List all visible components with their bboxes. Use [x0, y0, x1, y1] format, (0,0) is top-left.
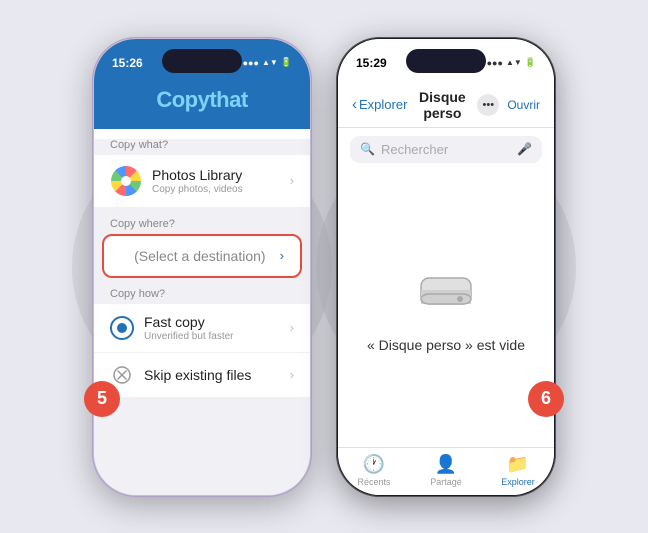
- phone-2-wrapper: 6 15:29 ●●● ▲▼ 🔋: [336, 37, 556, 497]
- section-label-how: Copy how?: [110, 288, 294, 300]
- destination-chevron: ›: [280, 248, 284, 263]
- nav-bar: ‹ Explorer Disque perso ••• Ouvrir: [338, 83, 554, 128]
- recents-label: Récents: [357, 477, 390, 487]
- phone-2: 15:29 ●●● ▲▼ 🔋 ‹ Explorer Disqu: [336, 37, 556, 497]
- photos-icon: [110, 165, 142, 197]
- phone-1-inner: 15:26 ●●● ▲▼ 🔋 ← Copythat: [94, 39, 310, 495]
- back-chevron: ‹: [352, 96, 357, 113]
- phone-2-inner: 15:29 ●●● ▲▼ 🔋 ‹ Explorer Disqu: [338, 39, 554, 495]
- open-button[interactable]: Ouvrir: [507, 98, 540, 112]
- phone1-content: Copy what? Photos Library Copy photos, v…: [94, 139, 310, 495]
- nav-more-button[interactable]: •••: [477, 94, 499, 116]
- phone-1: 15:26 ●●● ▲▼ 🔋 ← Copythat: [92, 37, 312, 497]
- destination-text: (Select a destination): [120, 248, 280, 264]
- app-header: ← Copythat: [94, 83, 310, 129]
- search-placeholder: Rechercher: [381, 142, 511, 157]
- dynamic-island-2: [406, 49, 486, 73]
- title-suffix: that: [209, 87, 247, 112]
- skip-files-title: Skip existing files: [144, 367, 290, 383]
- photos-chevron: ›: [290, 173, 294, 188]
- fast-copy-icon: [110, 316, 134, 340]
- skip-icon: [110, 363, 134, 387]
- status-time-2: 15:29: [356, 56, 387, 70]
- hdd-icon: [416, 264, 476, 325]
- fast-copy-item[interactable]: Fast copy Unverified but faster ›: [94, 304, 310, 353]
- mic-icon[interactable]: 🎤: [517, 142, 532, 156]
- dynamic-island-1: [162, 49, 242, 73]
- recents-icon: 🕐: [363, 454, 385, 475]
- status-icons-2: ●●● ▲▼ 🔋: [487, 57, 536, 68]
- title-prefix: Copy: [156, 87, 209, 112]
- nav-title: Disque perso: [407, 89, 477, 121]
- tab-partage[interactable]: 👤 Partagé: [410, 454, 482, 487]
- step-badge-5: 5: [84, 381, 120, 417]
- header-back-icon[interactable]: ←: [124, 129, 142, 150]
- empty-state-text: « Disque perso » est vide: [367, 337, 525, 353]
- fast-copy-title: Fast copy: [144, 314, 290, 330]
- back-label[interactable]: Explorer: [359, 97, 407, 112]
- photos-library-sub: Copy photos, videos: [152, 184, 290, 195]
- fast-copy-sub: Unverified but faster: [144, 331, 290, 342]
- empty-state: « Disque perso » est vide: [338, 171, 554, 447]
- section-label-where: Copy where?: [110, 218, 294, 230]
- nav-actions: ••• Ouvrir: [477, 94, 540, 116]
- partage-icon: 👤: [435, 454, 457, 475]
- search-bar[interactable]: 🔍 Rechercher 🎤: [350, 136, 542, 163]
- partage-label: Partagé: [430, 477, 462, 487]
- destination-selector[interactable]: (Select a destination) ›: [102, 234, 302, 278]
- tab-explorer[interactable]: 📁 Explorer: [482, 454, 554, 487]
- app-title: Copythat: [156, 87, 247, 113]
- tab-recents[interactable]: 🕐 Récents: [338, 454, 410, 487]
- tab-bar: 🕐 Récents 👤 Partagé 📁 Explorer: [338, 447, 554, 495]
- photos-library-title: Photos Library: [152, 167, 290, 183]
- phone-1-wrapper: 5 15:26 ●●● ▲▼ 🔋 ←: [92, 37, 312, 497]
- skip-files-chevron: ›: [290, 367, 294, 382]
- status-icons-1: ●●● ▲▼ 🔋: [243, 57, 292, 68]
- phone2-content: 15:29 ●●● ▲▼ 🔋 ‹ Explorer Disqu: [338, 39, 554, 495]
- photos-library-item[interactable]: Photos Library Copy photos, videos ›: [94, 155, 310, 208]
- more-dots: •••: [483, 99, 495, 111]
- explorer-label: Explorer: [501, 477, 535, 487]
- nav-back[interactable]: ‹ Explorer: [352, 96, 407, 113]
- fast-copy-chevron: ›: [290, 320, 294, 335]
- status-time-1: 15:26: [112, 56, 143, 70]
- skip-files-item[interactable]: Skip existing files ›: [94, 353, 310, 398]
- explorer-icon: 📁: [507, 454, 529, 475]
- step-badge-6: 6: [528, 381, 564, 417]
- fast-copy-check: [117, 323, 127, 333]
- search-icon: 🔍: [360, 142, 375, 156]
